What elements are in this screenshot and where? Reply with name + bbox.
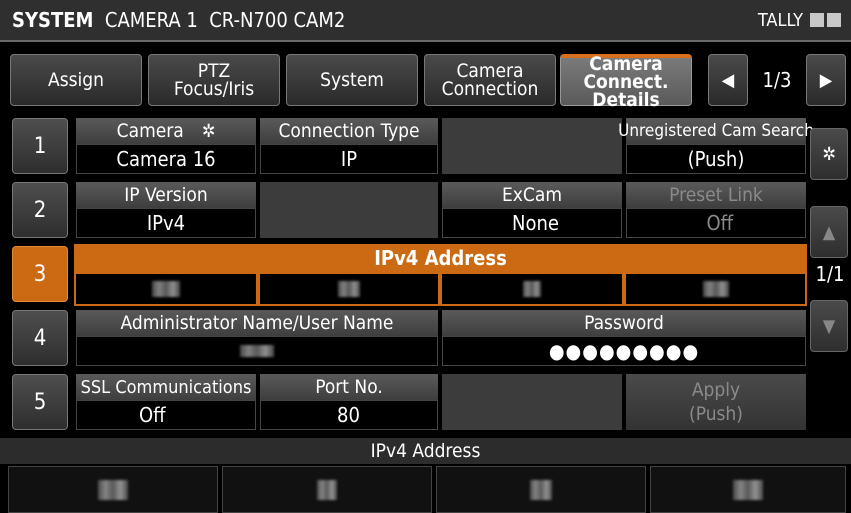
- tab-ptz-label: PTZ Focus/Iris: [173, 60, 255, 100]
- ssl-communications-value: Off: [76, 400, 256, 430]
- ip-version-value: IPv4: [76, 208, 256, 238]
- title-text: SYSTEM CAMERA 1 CR-N700 CAM2: [12, 8, 345, 32]
- port-number-label: Port No.: [260, 374, 438, 400]
- excam-label: ExCam: [442, 182, 622, 208]
- apply-button[interactable]: Apply (Push): [626, 374, 806, 430]
- password-value: ●●●●●●●●●: [442, 336, 806, 366]
- apply-label: Apply: [691, 379, 741, 401]
- redacted-octet: [733, 479, 763, 500]
- ipv4-octet-1[interactable]: [76, 274, 256, 304]
- unregistered-cam-search-button[interactable]: Unregistered Cam Search (Push): [618, 118, 814, 174]
- preset-link-value: Off: [626, 208, 806, 238]
- tab-assign[interactable]: Assign: [10, 54, 142, 106]
- ipv4-octet-3[interactable]: [442, 274, 622, 304]
- redacted-octet: [98, 479, 128, 500]
- chevron-left-icon: ◀: [721, 69, 735, 91]
- scroll-up-button[interactable]: ▲: [810, 206, 848, 258]
- arrow-down-icon: ▼: [822, 315, 836, 337]
- row-3-button[interactable]: 3: [12, 246, 68, 302]
- admin-name-value: [76, 336, 438, 366]
- bottom-ipv4-address-label: IPv4 Address: [0, 438, 851, 464]
- ssl-communications-field[interactable]: SSL Communications Off: [76, 374, 256, 430]
- admin-name-field[interactable]: Administrator Name/User Name: [76, 310, 438, 366]
- apply-push-label: (Push): [689, 403, 743, 425]
- ip-version-label: IP Version: [76, 182, 256, 208]
- redacted-username: [240, 345, 274, 357]
- tally-indicator-2: [827, 13, 841, 27]
- ipv4-address-row[interactable]: IPv4 Address: [74, 244, 807, 306]
- connection-type-field[interactable]: Connection Type IP: [260, 118, 438, 174]
- ipv4-address-label: IPv4 Address: [374, 246, 507, 270]
- tab-assign-label: Assign: [48, 69, 104, 91]
- tally-label: TALLY: [757, 10, 803, 31]
- row-2-button[interactable]: 2: [12, 182, 68, 238]
- redacted-octet: [702, 281, 729, 297]
- redacted-octet: [152, 281, 180, 297]
- title-bar: SYSTEM CAMERA 1 CR-N700 CAM2 TALLY: [0, 0, 851, 42]
- tab-ptz-focus-iris[interactable]: PTZ Focus/Iris: [148, 54, 280, 106]
- system-label: SYSTEM: [12, 8, 94, 32]
- connection-type-label: Connection Type: [260, 118, 438, 144]
- ipv4-octet-2[interactable]: [260, 274, 438, 304]
- model-label: CR-N700 CAM2: [209, 8, 346, 32]
- bottom-ipv4-octet-2[interactable]: [222, 466, 432, 513]
- ip-version-field[interactable]: IP Version IPv4: [76, 182, 256, 238]
- settings-button[interactable]: ✲: [810, 128, 848, 180]
- redacted-octet: [338, 281, 360, 297]
- scroll-indicator: 1/1: [815, 262, 845, 286]
- camera-label: CAMERA 1: [104, 8, 198, 32]
- redacted-octet: [530, 479, 552, 500]
- ssl-communications-label: SSL Communications: [76, 374, 256, 400]
- gear-icon: ✲: [201, 120, 216, 142]
- empty-cell-r1: [442, 118, 622, 174]
- password-field[interactable]: Password ●●●●●●●●●: [442, 310, 806, 366]
- page-indicator: 1/3: [762, 68, 792, 92]
- tab-system-label: System: [320, 69, 384, 91]
- unregistered-cam-search-label: Unregistered Cam Search: [618, 118, 814, 144]
- row-4-button[interactable]: 4: [12, 310, 68, 366]
- page-prev-button[interactable]: ◀: [708, 54, 748, 106]
- ipv4-octet-4[interactable]: [626, 274, 805, 304]
- excam-field[interactable]: ExCam None: [442, 182, 622, 238]
- tally-indicator-1: [810, 13, 824, 27]
- camera-field-label: Camera: [116, 120, 184, 142]
- row-5-button[interactable]: 5: [12, 374, 68, 430]
- preset-link-field: Preset Link Off: [626, 182, 806, 238]
- bottom-ipv4-octet-1[interactable]: [8, 466, 218, 513]
- camera-field-value: Camera 16: [76, 144, 256, 174]
- tab-camera-connect-details[interactable]: Camera Connect. Details: [560, 52, 692, 111]
- page-next-button[interactable]: ▶: [806, 54, 846, 106]
- empty-cell-r2: [260, 182, 438, 238]
- password-label: Password: [442, 310, 806, 336]
- bottom-ipv4-octet-4[interactable]: [650, 466, 846, 513]
- excam-value: None: [442, 208, 622, 238]
- camera-field[interactable]: Camera ✲ Camera 16: [76, 118, 256, 174]
- tab-camera-connection[interactable]: Camera Connection: [424, 54, 556, 106]
- redacted-octet: [317, 479, 337, 500]
- tab-camera-connect-details-label: Camera Connect. Details: [583, 52, 669, 111]
- tab-system[interactable]: System: [286, 54, 418, 106]
- port-number-field[interactable]: Port No. 80: [260, 374, 438, 430]
- connection-type-value: IP: [260, 144, 438, 174]
- tab-camera-connection-label: Camera Connection: [441, 60, 539, 100]
- row-1-button[interactable]: 1: [12, 118, 68, 174]
- empty-cell-r5: [442, 374, 622, 430]
- redacted-octet: [523, 281, 541, 297]
- arrow-up-icon: ▲: [822, 221, 836, 243]
- preset-link-label: Preset Link: [626, 182, 806, 208]
- admin-name-label: Administrator Name/User Name: [76, 310, 438, 336]
- scroll-down-button[interactable]: ▼: [810, 300, 848, 352]
- chevron-right-icon: ▶: [819, 69, 833, 91]
- unregistered-cam-search-value: (Push): [626, 144, 806, 174]
- port-number-value: 80: [260, 400, 438, 430]
- bottom-ipv4-octet-3[interactable]: [436, 466, 646, 513]
- gear-icon: ✲: [822, 143, 836, 165]
